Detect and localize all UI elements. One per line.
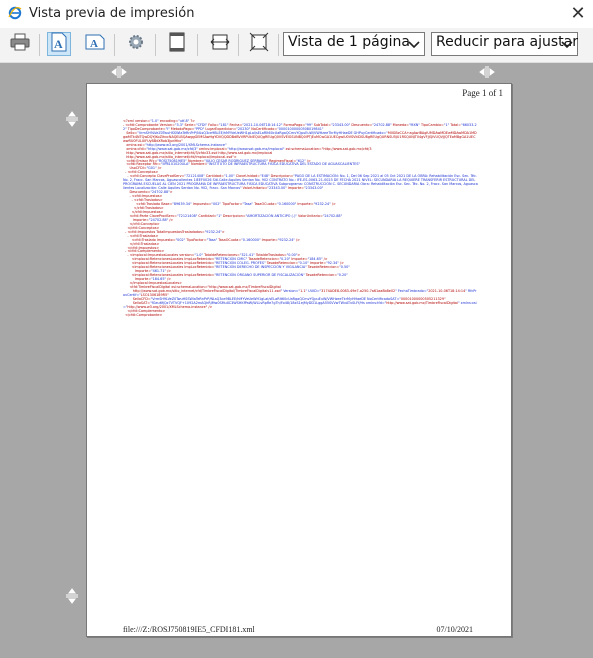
preview-area[interactable]: Page 1 of 1 <?xml version="1.0" encoding… — [0, 63, 593, 658]
right-margin-handle[interactable] — [479, 64, 495, 80]
shrink-select-value: Reducir para ajustar — [436, 34, 578, 50]
svg-text:A: A — [90, 38, 98, 50]
toolbar-separator — [39, 34, 40, 56]
top-margin-handle[interactable] — [64, 111, 80, 127]
xml-line: - <cfdi:Concepto ClaveProdServ="72121408… — [123, 174, 479, 191]
toolbar-separator — [155, 34, 156, 56]
chevron-down-icon — [407, 37, 421, 51]
footer-file-path: file:///Z:/ROSJ750819IE5_CFDI181.xml — [123, 625, 255, 634]
shrink-select[interactable]: Reducir para ajustar — [431, 32, 578, 56]
full-page-button[interactable] — [247, 32, 271, 56]
svg-text:A: A — [54, 37, 63, 51]
preview-page: Page 1 of 1 <?xml version="1.0" encoding… — [86, 83, 512, 637]
printer-icon — [10, 33, 30, 56]
toolbar: A A Vista de 1 página Reducir para ajust… — [0, 28, 593, 63]
toolbar-separator — [278, 34, 279, 56]
view-select-value: Vista de 1 página — [288, 34, 410, 50]
left-margin-handle[interactable] — [111, 64, 127, 80]
xml-line: </cfdi:Comprobante> — [123, 312, 163, 317]
landscape-page-icon: A — [85, 34, 105, 55]
landscape-button[interactable]: A — [83, 32, 107, 56]
page-setup-button[interactable] — [124, 32, 148, 56]
full-page-icon — [249, 32, 269, 57]
gear-icon — [127, 33, 145, 56]
full-width-button[interactable] — [208, 32, 232, 56]
title-bar: Vista previa de impresión ✕ — [0, 0, 593, 28]
bottom-margin-handle[interactable] — [64, 588, 80, 604]
headers-footers-button[interactable] — [165, 32, 189, 56]
chevron-down-icon — [560, 37, 574, 51]
portrait-page-icon: A — [51, 32, 67, 57]
xml-content: <?xml version="1.0" encoding="utf-8" ?> -… — [123, 119, 479, 318]
ie-icon — [8, 6, 22, 20]
xml-line: SelloSAT="fGeu6fjQz7VTVQF+1092A2mAQhRJMw… — [123, 300, 477, 309]
window-title: Vista previa de impresión — [29, 6, 195, 21]
toolbar-separator — [197, 34, 198, 56]
footer-date: 07/10/2021 — [436, 625, 473, 634]
page-number: Page 1 of 1 — [462, 88, 503, 98]
header-footer-icon — [169, 32, 185, 57]
portrait-button[interactable]: A — [47, 32, 71, 56]
close-button[interactable]: ✕ — [568, 3, 588, 23]
toolbar-separator — [238, 34, 239, 56]
print-button[interactable] — [8, 32, 32, 56]
toolbar-separator — [114, 34, 115, 56]
view-select[interactable]: Vista de 1 página — [283, 32, 425, 56]
full-width-icon — [210, 33, 230, 56]
